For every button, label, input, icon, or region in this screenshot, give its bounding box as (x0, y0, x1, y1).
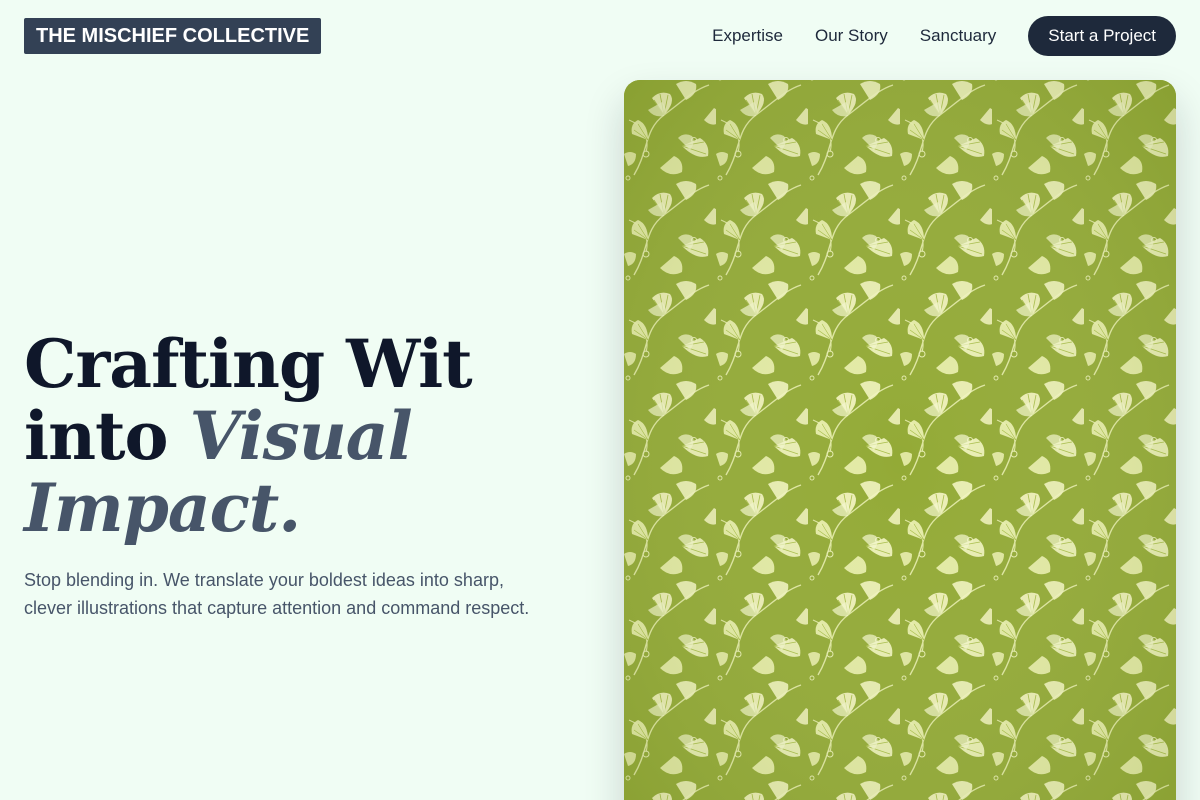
nav-link-sanctuary[interactable]: Sanctuary (920, 26, 997, 46)
hero-subtitle: Stop blending in. We translate your bold… (24, 570, 530, 618)
nav-link-expertise[interactable]: Expertise (712, 26, 783, 46)
hero-title-line2-accent: Visual (189, 397, 413, 475)
nav-link-our-story[interactable]: Our Story (815, 26, 888, 46)
floral-pattern-svg (624, 80, 1176, 800)
hero-title-line2-plain: into (24, 397, 190, 475)
logo[interactable]: THE MISCHIEF COLLECTIVE (24, 18, 322, 54)
hero-title-line3-accent: Impact. (24, 469, 301, 547)
landing-page: THE MISCHIEF COLLECTIVE Expertise Our St… (0, 0, 1200, 800)
hero-title-line1: Crafting Wit (24, 325, 473, 403)
start-project-button[interactable]: Start a Project (1028, 16, 1176, 56)
hero-title: Crafting Wit into Visual Impact. (24, 328, 584, 544)
main-nav: Expertise Our Story Sanctuary Start a Pr… (712, 16, 1176, 56)
floral-pattern-image (624, 80, 1176, 800)
